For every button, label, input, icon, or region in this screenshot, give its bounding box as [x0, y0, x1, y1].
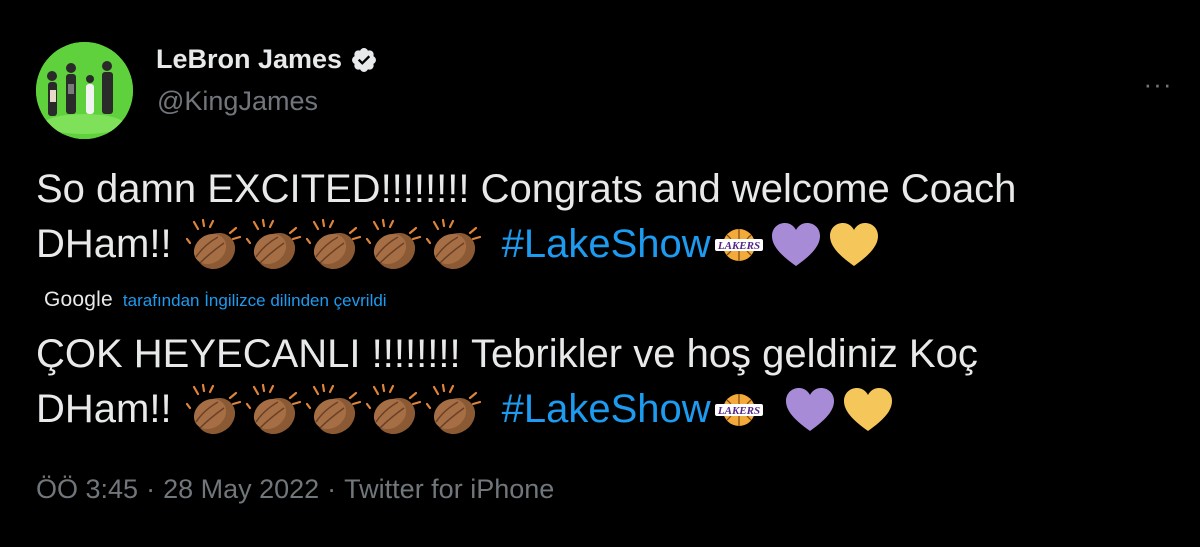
purple-heart-icon [783, 386, 837, 434]
clapping-hands-icon [306, 384, 362, 436]
clapping-hands-icon [366, 219, 422, 271]
tweet-time[interactable]: ÖÖ 3:45 [36, 474, 138, 505]
lakers-logo-icon [713, 392, 765, 428]
clapping-hands-icon [366, 384, 422, 436]
clapping-hands-icon [246, 219, 302, 271]
translation-attribution: Google tarafından İngilizce dilinden çev… [44, 288, 387, 312]
tweet-metadata: ÖÖ 3:45 · 28 May 2022 · Twitter for iPho… [36, 474, 554, 505]
clapping-hands-icon [186, 219, 242, 271]
tweet-translated-line-2-text: DHam!! [36, 387, 172, 431]
author-name-row[interactable]: LeBron James [156, 44, 378, 75]
tweet-translated-text: ÇOK HEYECANLI !!!!!!!! Tebrikler ve hoş … [36, 327, 1176, 437]
yellow-heart-icon [841, 386, 895, 434]
clap-emoji-group [186, 384, 486, 436]
clapping-hands-icon [426, 384, 482, 436]
tweet-original-line-2-text: DHam!! [36, 222, 172, 266]
purple-heart-icon [769, 221, 823, 269]
more-options-button[interactable]: ··· [1140, 69, 1176, 99]
clapping-hands-icon [426, 219, 482, 271]
tweet-translated-line-1: ÇOK HEYECANLI !!!!!!!! Tebrikler ve hoş … [36, 332, 978, 376]
clapping-hands-icon [306, 219, 362, 271]
author-handle[interactable]: @KingJames [157, 86, 318, 117]
tweet-source-link[interactable]: Twitter for iPhone [344, 474, 554, 505]
tweet-translated-line-2: DHam!! #LakeShow [36, 382, 1176, 437]
author-display-name[interactable]: LeBron James [156, 44, 342, 75]
avatar-image [36, 42, 133, 139]
clapping-hands-icon [246, 384, 302, 436]
tweet-card: LeBron James @KingJames ··· So damn EXCI… [0, 0, 1200, 547]
hashtag-link[interactable]: #LakeShow [502, 382, 711, 437]
verified-badge-icon [352, 47, 377, 72]
more-dots-icon: ··· [1143, 69, 1173, 99]
lakers-logo-icon [713, 227, 765, 263]
translation-note-link[interactable]: tarafından İngilizce dilinden çevrildi [123, 291, 387, 311]
avatar[interactable] [36, 42, 133, 139]
tweet-original-text: So damn EXCITED!!!!!!!! Congrats and wel… [36, 162, 1176, 272]
tweet-original-line-2: DHam!! #LakeShow [36, 217, 1176, 272]
tweet-original-line-1: So damn EXCITED!!!!!!!! Congrats and wel… [36, 167, 1017, 211]
meta-separator: · [327, 474, 337, 504]
clapping-hands-icon [186, 384, 242, 436]
meta-separator: · [146, 474, 156, 504]
clap-emoji-group [186, 219, 486, 271]
hashtag-link[interactable]: #LakeShow [502, 217, 711, 272]
tweet-date[interactable]: 28 May 2022 [163, 474, 319, 505]
google-logo: Google [44, 288, 113, 311]
yellow-heart-icon [827, 221, 881, 269]
